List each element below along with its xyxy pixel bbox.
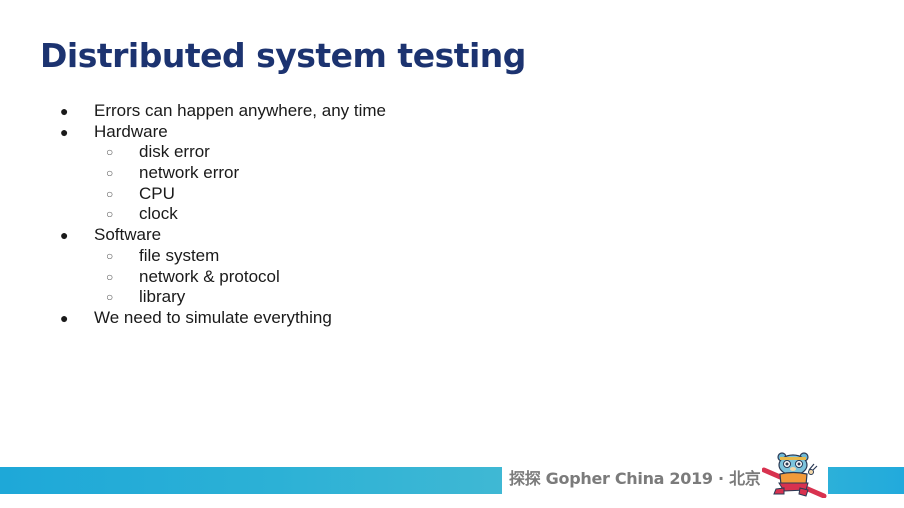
sub-bullet-marker: ○ [106,166,114,181]
bullet-text: We need to simulate everything [94,307,332,327]
sub-bullet-marker: ○ [106,290,114,305]
sub-bullet-marker: ○ [106,145,114,160]
bullet-text: Software [94,225,162,245]
sub-bullet-text: network error [139,163,240,183]
gopher-mascot-icon [762,452,827,498]
sub-bullet-text: CPU [139,183,175,203]
sub-bullet-text: file system [139,245,220,265]
slide: Distributed system testing ● Errors can … [0,0,904,508]
sub-bullet-marker: ○ [106,207,114,222]
sub-bullet-text: disk error [139,142,210,162]
bullet-text: Hardware [94,121,168,141]
sub-bullet-text: library [139,287,186,307]
sub-bullet-text: clock [139,204,178,224]
bullet-marker: ● [60,123,69,140]
footer-bar-left [0,467,502,494]
slide-title: Distributed system testing [40,36,526,75]
sub-bullet-marker: ○ [106,186,114,201]
bullet-marker: ● [60,227,69,244]
bullet-text: Errors can happen anywhere, any time [94,101,386,120]
bullet-marker: ● [60,309,69,326]
footer-branding-text: 探探 Gopher China 2019 · 北京 [509,469,761,488]
bullet-marker: ● [60,103,69,119]
footer-bar-right [828,467,904,494]
sub-bullet-marker: ○ [106,269,114,284]
sub-bullet-text: network & protocol [139,266,280,286]
sub-bullet-marker: ○ [106,248,114,263]
